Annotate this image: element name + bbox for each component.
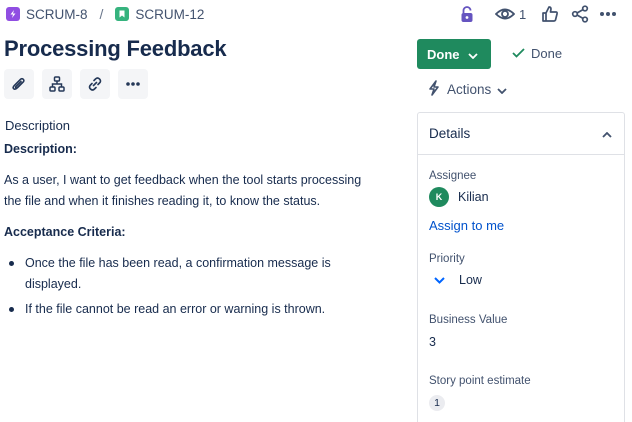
chevron-down-icon [467, 47, 478, 62]
business-value-field[interactable]: 3 [429, 335, 436, 349]
details-title: Details [429, 126, 471, 141]
story-point-field[interactable]: 1 [429, 395, 445, 411]
breadcrumb-separator: / [99, 6, 104, 22]
chevron-up-icon [602, 126, 612, 141]
actions-label: Actions [447, 82, 492, 97]
acceptance-criteria-list: Once the file has been read, a confirmat… [4, 253, 374, 320]
attach-icon[interactable] [4, 69, 34, 99]
details-panel-header[interactable]: Details [418, 113, 624, 155]
like-icon[interactable] [538, 2, 562, 26]
lightning-icon [427, 80, 441, 99]
assign-to-me-link[interactable]: Assign to me [429, 218, 504, 233]
lock-icon[interactable] [455, 2, 479, 26]
list-item: Once the file has been read, a confirmat… [4, 253, 374, 295]
description-heading: Description: [4, 142, 77, 156]
business-value-label: Business Value [429, 314, 508, 326]
acceptance-criteria-heading: Acceptance Criteria: [4, 225, 126, 239]
more-icon[interactable] [118, 69, 148, 99]
more-icon[interactable] [596, 2, 620, 26]
details-panel: Details Assignee K Kilian Assign to me P… [417, 112, 625, 422]
story-icon [115, 7, 130, 21]
priority-field[interactable]: Low [429, 273, 482, 287]
assignee-field[interactable]: K Kilian [429, 187, 489, 207]
assignee-label: Assignee [429, 170, 477, 182]
story-point-badge: 1 [429, 395, 445, 411]
chevron-down-icon [497, 82, 507, 97]
child-issue-icon[interactable] [42, 69, 72, 99]
avatar: K [429, 187, 449, 207]
priority-label: Priority [429, 253, 465, 265]
actions-button[interactable]: Actions [427, 80, 507, 99]
priority-value: Low [459, 273, 482, 287]
breadcrumb-issue-link[interactable]: SCRUM-12 [135, 7, 204, 22]
issue-title[interactable]: Processing Feedback [4, 36, 227, 62]
description-section-label: Description [5, 118, 71, 133]
issue-header-actions: 1 [455, 2, 620, 26]
watch-count: 1 [519, 6, 527, 22]
breadcrumb: SCRUM-8 / SCRUM-12 [6, 4, 204, 24]
priority-low-icon [434, 273, 445, 287]
assignee-name: Kilian [458, 190, 489, 204]
issue-toolbar [4, 69, 148, 99]
epic-icon [6, 7, 20, 21]
story-point-label: Story point estimate [429, 375, 531, 387]
description-content[interactable]: Description: As a user, I want to get fe… [4, 139, 374, 320]
breadcrumb-parent-link[interactable]: SCRUM-8 [26, 7, 88, 22]
share-icon[interactable] [568, 2, 592, 26]
check-icon [512, 46, 525, 61]
status-button[interactable]: Done [417, 39, 491, 69]
list-item: If the file cannot be read an error or w… [4, 299, 374, 320]
link-icon[interactable] [80, 69, 110, 99]
status-button-label: Done [427, 46, 460, 62]
resolution-label: Done [531, 46, 563, 61]
eye-icon[interactable] [493, 2, 517, 26]
resolution-status: Done [512, 46, 562, 61]
description-text: As a user, I want to get feedback when t… [4, 173, 362, 208]
